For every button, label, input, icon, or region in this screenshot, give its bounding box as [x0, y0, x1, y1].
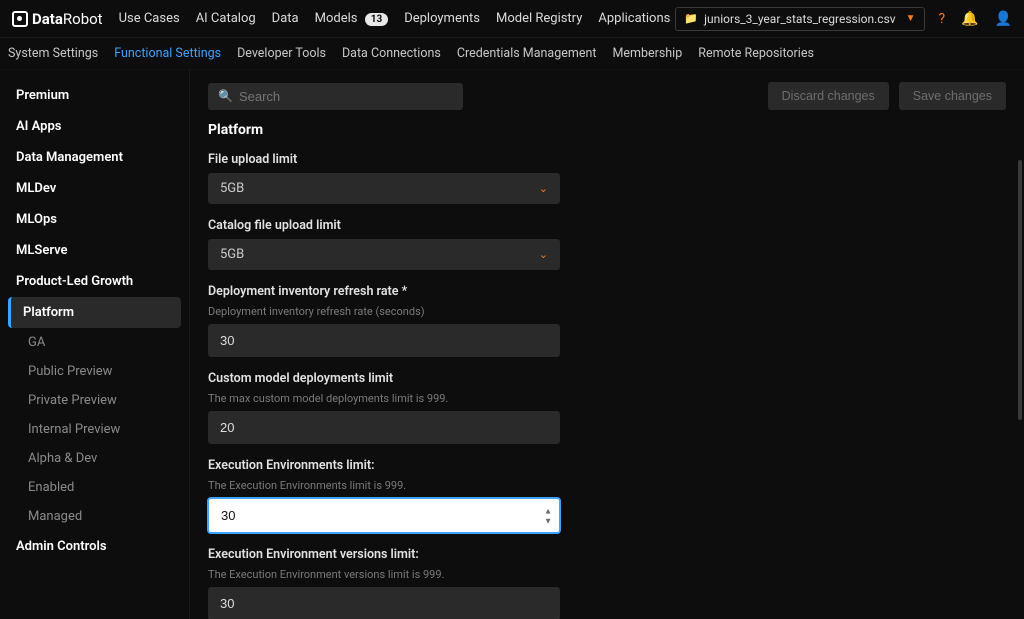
file-upload-label: File upload limit — [208, 152, 560, 167]
brand-name-prefix: Data — [32, 10, 63, 28]
nav-applications[interactable]: Applications — [598, 11, 670, 26]
search-box[interactable]: 🔍 — [208, 83, 463, 110]
sidebar-mldev[interactable]: MLDev — [0, 173, 189, 204]
sidebar-internal-preview[interactable]: Internal Preview — [0, 415, 189, 444]
sidebar-ai-apps[interactable]: AI Apps — [0, 111, 189, 142]
subnav-membership[interactable]: Membership — [612, 46, 682, 61]
folder-icon: 📁 — [684, 12, 698, 25]
custom-model-input[interactable] — [208, 411, 560, 444]
field-custom-model: Custom model deployments limit The max c… — [208, 371, 560, 444]
field-exec-env-versions: Execution Environment versions limit: Th… — [208, 547, 560, 619]
sidebar-product-led-growth[interactable]: Product-Led Growth — [0, 266, 189, 297]
search-input[interactable] — [239, 89, 453, 104]
subnav-data-connections[interactable]: Data Connections — [342, 46, 441, 61]
discard-button[interactable]: Discard changes — [768, 82, 889, 110]
brand-name-suffix: Robot — [63, 10, 103, 28]
topnav-items: Use Cases AI Catalog Data Models 13 Depl… — [119, 11, 676, 26]
save-button[interactable]: Save changes — [899, 82, 1006, 110]
subnav-developer-tools[interactable]: Developer Tools — [237, 46, 326, 61]
sidebar-premium[interactable]: Premium — [0, 80, 189, 111]
sidebar-public-preview[interactable]: Public Preview — [0, 357, 189, 386]
chevron-down-icon: ⌄ — [539, 248, 548, 261]
nav-deployments[interactable]: Deployments — [404, 11, 480, 26]
robot-icon — [12, 11, 28, 27]
sidebar-managed[interactable]: Managed — [0, 502, 189, 531]
sidebar-private-preview[interactable]: Private Preview — [0, 386, 189, 415]
subnav-credentials-management[interactable]: Credentials Management — [457, 46, 597, 61]
scrollbar-thumb[interactable] — [1018, 160, 1022, 420]
sidebar-ga[interactable]: GA — [0, 328, 189, 357]
deploy-refresh-input[interactable] — [208, 324, 560, 357]
sidebar-mlserve[interactable]: MLServe — [0, 235, 189, 266]
exec-env-versions-label: Execution Environment versions limit: — [208, 547, 560, 562]
project-picker[interactable]: 📁 juniors_3_year_stats_regression.csv ▼ — [675, 7, 924, 31]
number-spinner[interactable]: ▲ ▼ — [544, 506, 552, 525]
exec-env-versions-input[interactable] — [208, 587, 560, 619]
topnav-icons: ? 🔔 👤 — [939, 11, 1013, 27]
sidebar-mlops[interactable]: MLOps — [0, 204, 189, 235]
chevron-down-icon: ⌄ — [539, 182, 548, 195]
content-pane: 🔍 Discard changes Save changes Platform … — [190, 70, 1024, 619]
field-exec-env: Execution Environments limit: The Execut… — [208, 458, 560, 533]
chevron-down-icon[interactable]: ▼ — [544, 516, 552, 525]
exec-env-input[interactable] — [208, 498, 560, 533]
catalog-upload-select[interactable]: 5GB ⌄ — [208, 239, 560, 270]
custom-model-label: Custom model deployments limit — [208, 371, 560, 386]
subnav-system-settings[interactable]: System Settings — [8, 46, 98, 61]
exec-env-help: The Execution Environments limit is 999. — [208, 479, 560, 492]
deploy-refresh-help: Deployment inventory refresh rate (secon… — [208, 305, 560, 318]
content-header: 🔍 Discard changes Save changes — [208, 82, 1006, 110]
file-upload-value: 5GB — [220, 181, 244, 196]
nav-model-registry[interactable]: Model Registry — [496, 11, 582, 26]
models-count-badge: 13 — [365, 13, 388, 26]
nav-data[interactable]: Data — [272, 11, 299, 26]
field-deploy-refresh: Deployment inventory refresh rate * Depl… — [208, 284, 560, 357]
nav-use-cases[interactable]: Use Cases — [119, 11, 180, 26]
sidebar-alpha-dev[interactable]: Alpha & Dev — [0, 444, 189, 473]
subnav-functional-settings[interactable]: Functional Settings — [114, 46, 221, 61]
help-icon[interactable]: ? — [939, 11, 946, 27]
nav-models[interactable]: Models 13 — [315, 11, 389, 26]
brand-logo[interactable]: DataRobot — [12, 10, 103, 28]
field-file-upload: File upload limit 5GB ⌄ — [208, 152, 560, 204]
sidebar: Premium AI Apps Data Management MLDev ML… — [0, 70, 190, 619]
catalog-upload-value: 5GB — [220, 247, 244, 262]
chevron-up-icon[interactable]: ▲ — [544, 506, 552, 515]
chevron-down-icon: ▼ — [906, 13, 916, 24]
sidebar-data-management[interactable]: Data Management — [0, 142, 189, 173]
header-actions: Discard changes Save changes — [768, 82, 1006, 110]
subnav-remote-repositories[interactable]: Remote Repositories — [698, 46, 814, 61]
bell-icon[interactable]: 🔔 — [961, 11, 978, 27]
sidebar-enabled[interactable]: Enabled — [0, 473, 189, 502]
sidebar-admin-controls[interactable]: Admin Controls — [0, 531, 189, 562]
exec-env-versions-help: The Execution Environment versions limit… — [208, 568, 560, 581]
sidebar-platform[interactable]: Platform — [8, 297, 181, 328]
catalog-upload-label: Catalog file upload limit — [208, 218, 560, 233]
top-nav: DataRobot Use Cases AI Catalog Data Mode… — [0, 0, 1024, 38]
user-icon[interactable]: 👤 — [995, 11, 1012, 27]
section-title: Platform — [208, 122, 1006, 138]
scrollbar[interactable] — [1018, 160, 1022, 480]
exec-env-label: Execution Environments limit: — [208, 458, 560, 473]
field-catalog-upload: Catalog file upload limit 5GB ⌄ — [208, 218, 560, 270]
file-upload-select[interactable]: 5GB ⌄ — [208, 173, 560, 204]
search-icon: 🔍 — [218, 89, 233, 103]
subnav: System Settings Functional Settings Deve… — [0, 38, 1024, 70]
nav-ai-catalog[interactable]: AI Catalog — [196, 11, 256, 26]
project-name: juniors_3_year_stats_regression.csv — [704, 12, 895, 26]
nav-models-label: Models — [315, 11, 358, 26]
custom-model-help: The max custom model deployments limit i… — [208, 392, 560, 405]
deploy-refresh-label: Deployment inventory refresh rate * — [208, 284, 560, 299]
